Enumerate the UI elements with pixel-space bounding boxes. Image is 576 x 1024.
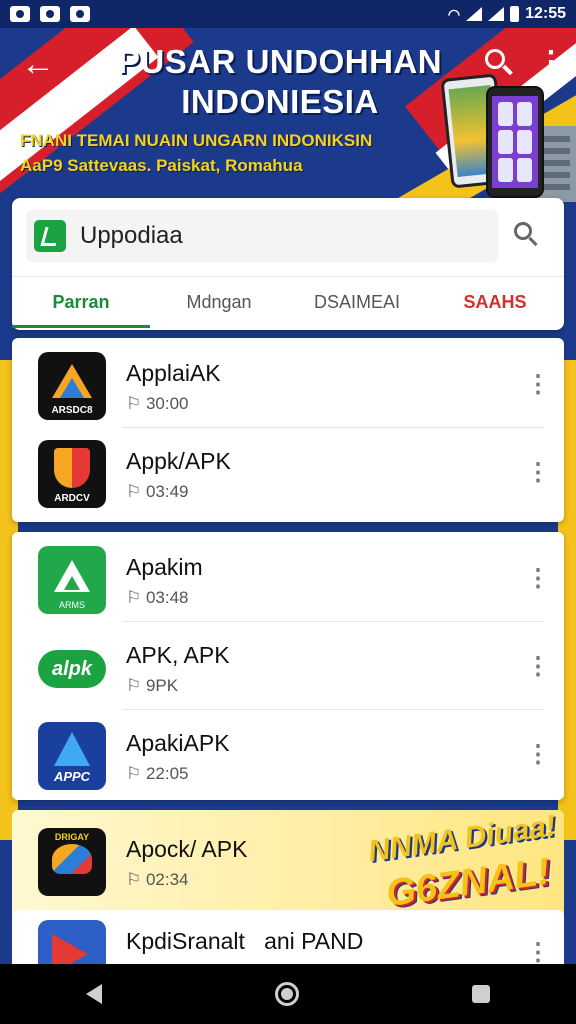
tab-mdngan[interactable]: Mdngan (150, 277, 288, 328)
system-nav-bar (0, 964, 576, 1024)
subtitle-line-1: FNANI TEMAI NUAIN UNGARN INDONIKSIN (20, 131, 373, 150)
notification-icon (40, 6, 60, 22)
tab-parran[interactable]: Parran (12, 277, 150, 328)
list-item[interactable]: ARDCV Appk/APK ⚐ 03:49 ⋮ (12, 430, 564, 516)
wifi-icon: ◠ (447, 5, 461, 22)
signal-icon (488, 7, 505, 21)
promo-card: DRIGAY Apock/ APK ⚐ 02:34 KpdiSranalt an… (12, 809, 564, 988)
tab-bar: Parran Mdngan DSAIMEAI SAAHS (12, 276, 564, 328)
app-name: ApplaiAK (126, 360, 221, 386)
back-arrow-icon[interactable]: ← (20, 46, 56, 82)
search-card: Parran Mdngan DSAIMEAI SAAHS (12, 198, 564, 330)
app-meta: ⚐ 30:00 (126, 394, 189, 413)
more-vertical-icon[interactable]: ⋮ (526, 564, 550, 594)
app-name: ApakiAPK (126, 730, 230, 756)
blue-a-icon: APPC (38, 722, 106, 790)
nav-recents-icon[interactable] (471, 985, 490, 1003)
app-meta: ⚐ 9PK (126, 676, 179, 695)
nav-back-icon[interactable] (86, 984, 103, 1004)
signal-icon (466, 7, 483, 21)
search-box[interactable] (26, 210, 498, 262)
nav-home-icon[interactable] (274, 982, 299, 1006)
battery-icon (510, 6, 520, 22)
list-item[interactable]: APPC ApakiAPK ⚐ 22:05 ⋮ (12, 712, 564, 798)
list-item[interactable]: alpk APK, APK ⚐ 9PK ⋮ (12, 624, 564, 710)
page-title: PUSAR UNDOHHAN INDONIESIA (117, 43, 443, 120)
app-name: Apock/ APK (126, 836, 248, 862)
shield-icon: ARDCV (38, 440, 106, 508)
phones-illustration (440, 72, 576, 202)
app-logo-icon (34, 220, 66, 252)
tab-saahs[interactable]: SAAHS (426, 277, 564, 328)
more-vertical-icon[interactable]: ⋮ (526, 740, 550, 770)
more-vertical-icon[interactable]: ⋮ (526, 652, 550, 682)
more-vertical-icon[interactable]: ⋮ (526, 458, 550, 488)
search-input[interactable] (80, 222, 480, 250)
notification-icon (10, 6, 30, 22)
app-meta: ⚐ 03:49 (126, 482, 189, 501)
tab-dsaimeai[interactable]: DSAIMEAI (288, 277, 426, 328)
search-icon[interactable] (512, 220, 542, 250)
more-vertical-icon[interactable]: ⋮ (526, 370, 550, 400)
app-list-card: ARMS Apakim ⚐ 03:48 ⋮ alpk APK, APK ⚐ 9P… (12, 532, 564, 800)
list-item[interactable]: ARSDC8 ApplaiAK ⚐ 30:00 ⋮ (12, 342, 564, 428)
scooter-icon: DRIGAY (38, 828, 106, 896)
orange-triangle-icon: ARSDC8 (38, 352, 106, 420)
notification-icon (70, 6, 90, 22)
clock: 12:55 (525, 5, 566, 22)
app-meta: ⚐ 22:05 (126, 764, 189, 783)
list-item[interactable]: ARMS Apakim ⚐ 03:48 ⋮ (12, 536, 564, 622)
app-name: APK, APK (126, 642, 230, 668)
subtitle-line-2: AaP9 Sattevaas. Paiskat, Romahua (20, 156, 303, 175)
status-bar: ◠ 12:55 (0, 0, 576, 28)
green-a-icon: ARMS (38, 546, 106, 614)
app-meta: ⚐ 02:34 (126, 870, 189, 889)
app-list-card: ARSDC8 ApplaiAK ⚐ 30:00 ⋮ ARDCV Appk/APK… (12, 338, 564, 522)
app-name: Apakim (126, 554, 203, 580)
app-name: KpdiSranalt ani PAND (126, 928, 364, 954)
header-subtitle: FNANI TEMAI NUAIN UNGARN INDONIKSIN AaP9… (20, 128, 440, 178)
green-pill-icon: alpk (38, 634, 106, 702)
app-name: Appk/APK (126, 448, 231, 474)
app-meta: ⚐ 03:48 (126, 588, 189, 607)
